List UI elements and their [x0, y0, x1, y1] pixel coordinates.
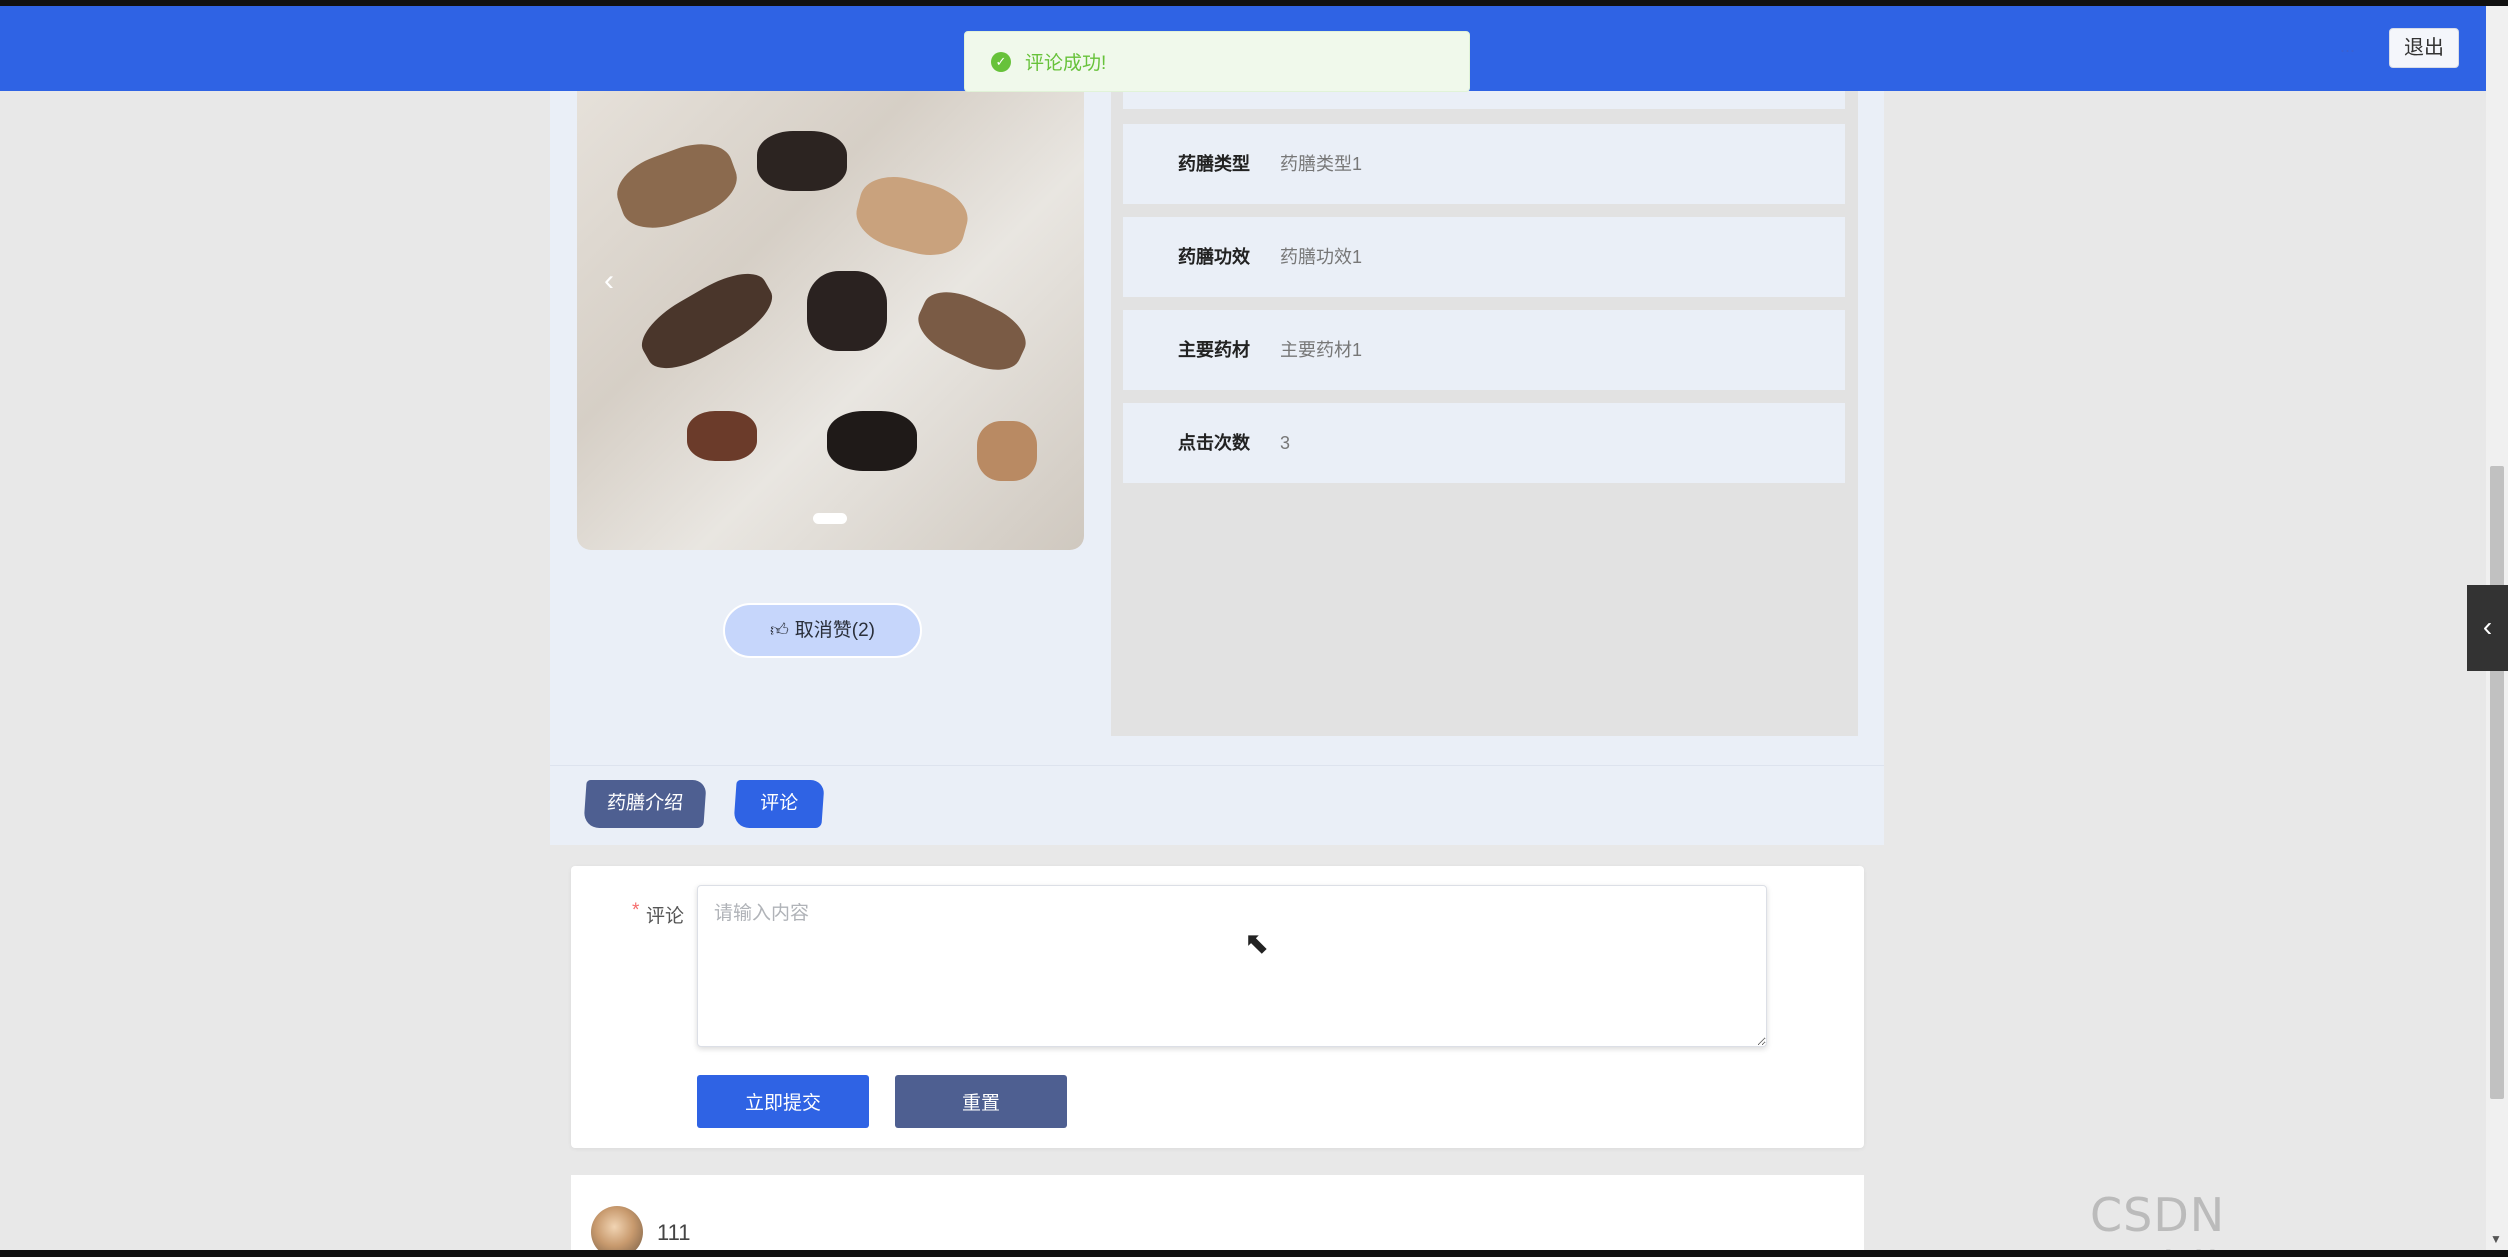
carousel-prev-button[interactable]: ‹ — [589, 261, 629, 301]
info-row-effect: 药膳功效 药膳功效1 — [1123, 217, 1845, 297]
required-mark: * — [632, 900, 640, 921]
image-carousel[interactable]: ‹ — [577, 91, 1084, 550]
carousel-image-detail — [807, 271, 887, 351]
carousel-image-detail — [849, 167, 975, 265]
comment-textarea[interactable] — [697, 885, 1767, 1047]
comment-list — [571, 1175, 1864, 1250]
tab-intro[interactable]: 药膳介绍 — [583, 780, 707, 828]
info-label: 点击次数 — [1178, 433, 1250, 453]
tab-comment[interactable]: 评论 — [733, 780, 825, 828]
logout-button[interactable]: 退出 — [2389, 28, 2459, 68]
info-row-clicks: 点击次数 3 — [1123, 403, 1845, 483]
window-frame-bottom — [0, 1250, 2508, 1257]
check-circle-icon: ✓ — [991, 51, 1011, 72]
thumbs-up-icon: 👍︎ — [769, 620, 789, 640]
carousel-image-detail — [827, 411, 917, 471]
info-value: 主要药材1 — [1280, 340, 1363, 360]
carousel-image-detail — [977, 421, 1037, 481]
watermark: CSDN @zhihao508 — [2090, 1188, 2384, 1257]
carousel-image-detail — [687, 411, 757, 461]
carousel-image — [608, 132, 746, 240]
carousel-image-detail — [909, 280, 1035, 382]
info-label: 药膳功效 — [1178, 247, 1250, 267]
carousel-indicator[interactable] — [813, 513, 847, 524]
toast-message: 评论成功! — [1025, 53, 1107, 74]
info-label: 药膳类型 — [1178, 154, 1250, 174]
comment-label: 评论 — [646, 906, 685, 927]
success-toast: ✓ 评论成功! — [964, 31, 1470, 92]
chevron-left-icon: ‹ — [2482, 611, 2493, 642]
info-row-ingredients: 主要药材 主要药材1 — [1123, 310, 1845, 390]
comment-author: 111 — [657, 1220, 691, 1245]
mouse-cursor-icon: ⬉ — [1244, 927, 1270, 960]
scrollbar-thumb[interactable] — [2490, 466, 2504, 1099]
side-panel-toggle[interactable]: ‹ — [2467, 585, 2508, 671]
unlike-button[interactable]: 👍︎ 取消赞(2) — [723, 603, 922, 658]
submit-button[interactable]: 立即提交 — [697, 1075, 869, 1128]
info-row-type: 药膳类型 药膳类型1 — [1123, 124, 1845, 204]
info-label: 主要药材 — [1178, 340, 1250, 360]
info-value: 3 — [1280, 433, 1291, 453]
carousel-image-detail — [631, 260, 783, 382]
chevron-left-icon: ‹ — [604, 264, 614, 297]
info-value: 药膳功效1 — [1280, 247, 1363, 267]
info-row-partial — [1123, 91, 1845, 109]
header-user-label: ... — [2340, 36, 2356, 56]
carousel-image-detail — [757, 131, 847, 191]
info-value: 药膳类型1 — [1280, 154, 1363, 174]
like-button-label: 取消赞(2) — [794, 620, 876, 641]
reset-button[interactable]: 重置 — [895, 1075, 1067, 1128]
